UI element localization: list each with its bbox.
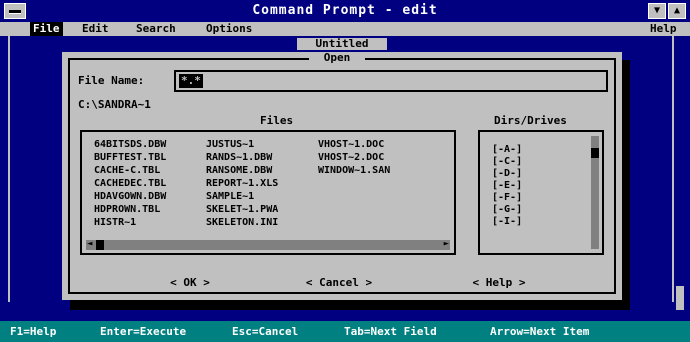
scroll-left-icon[interactable]: ◄: [87, 239, 92, 249]
list-item[interactable]: HDPROWN.TBL: [94, 203, 206, 216]
help-button[interactable]: < Help >: [454, 276, 544, 290]
dirs-listbox[interactable]: [-A-] [-C-] [-D-] [-E-] [-F-] [-G-] [-I-…: [478, 130, 604, 255]
files-label: Files: [260, 114, 294, 127]
list-item[interactable]: [-G-]: [492, 204, 522, 216]
window-titlebar: Command Prompt - edit ▼ ▲: [0, 0, 690, 22]
window-title: Command Prompt - edit: [252, 3, 438, 18]
cancel-button[interactable]: < Cancel >: [284, 276, 394, 290]
dialog-title: Open: [309, 52, 365, 64]
dirs-scroll-thumb[interactable]: [591, 148, 599, 158]
status-enter-execute: Enter=Execute: [100, 325, 187, 338]
menu-search[interactable]: Search: [136, 22, 176, 36]
list-item[interactable]: [-A-]: [492, 144, 522, 156]
list-item[interactable]: VHOST~2.DOC: [318, 151, 438, 164]
open-dialog: Open File Name: *.* C:\SANDRA~1 Files Di…: [62, 52, 622, 300]
list-item[interactable]: JUSTUS~1: [206, 138, 318, 151]
list-item[interactable]: 64BITSDS.DBW: [94, 138, 206, 151]
list-item[interactable]: [-D-]: [492, 168, 522, 180]
files-grid: 64BITSDS.DBW BUFFTEST.TBL CACHE-C.TBL CA…: [94, 138, 454, 229]
list-item[interactable]: BUFFTEST.TBL: [94, 151, 206, 164]
list-item[interactable]: SKELET~1.PWA: [206, 203, 318, 216]
scroll-right-icon[interactable]: ►: [444, 239, 449, 249]
list-item[interactable]: [-F-]: [492, 192, 522, 204]
status-f1-help: F1=Help: [10, 325, 57, 338]
status-tab-next-field: Tab=Next Field: [344, 325, 437, 338]
list-item[interactable]: SKELETON.INI: [206, 216, 318, 229]
list-item[interactable]: [-I-]: [492, 216, 522, 228]
files-listbox[interactable]: 64BITSDS.DBW BUFFTEST.TBL CACHE-C.TBL CA…: [80, 130, 456, 255]
maximize-button[interactable]: ▲: [668, 3, 686, 19]
dirs-list: [-A-] [-C-] [-D-] [-E-] [-F-] [-G-] [-I-…: [492, 144, 522, 228]
list-item[interactable]: REPORT~1.XLS: [206, 177, 318, 190]
filename-input[interactable]: *.*: [174, 70, 608, 92]
menu-file[interactable]: File: [30, 22, 63, 36]
list-item[interactable]: RANSOME.DBW: [206, 164, 318, 177]
menu-bar: File Edit Search Options Help: [0, 22, 690, 36]
filename-value: *.*: [179, 74, 203, 88]
list-item[interactable]: SAMPLE~1: [206, 190, 318, 203]
list-item[interactable]: CACHE-C.TBL: [94, 164, 206, 177]
list-item[interactable]: HISTR~1: [94, 216, 206, 229]
list-item[interactable]: RANDS~1.DBW: [206, 151, 318, 164]
filename-label: File Name:: [78, 74, 145, 87]
dirs-label: Dirs/Drives: [494, 114, 567, 127]
list-item[interactable]: CACHEDEC.TBL: [94, 177, 206, 190]
status-esc-cancel: Esc=Cancel: [232, 325, 299, 338]
list-item[interactable]: WINDOW~1.SAN: [318, 164, 438, 177]
list-item[interactable]: [-C-]: [492, 156, 522, 168]
files-horizontal-scrollbar[interactable]: ◄ ►: [86, 239, 450, 250]
status-arrow-next-item: Arrow=Next Item: [490, 325, 590, 338]
menu-options[interactable]: Options: [206, 22, 252, 36]
ok-button[interactable]: < OK >: [160, 276, 220, 290]
dirs-vertical-scrollbar[interactable]: [591, 136, 599, 249]
list-item[interactable]: VHOST~1.DOC: [318, 138, 438, 151]
list-item[interactable]: HDAVGOWN.DBW: [94, 190, 206, 203]
files-scroll-thumb[interactable]: [96, 240, 104, 250]
current-path: C:\SANDRA~1: [78, 98, 151, 111]
list-item[interactable]: [-E-]: [492, 180, 522, 192]
editor-vertical-scrollbar[interactable]: [674, 36, 686, 321]
document-title: Untitled: [297, 38, 387, 50]
status-bar: F1=Help Enter=Execute Esc=Cancel Tab=Nex…: [0, 321, 690, 342]
menu-help[interactable]: Help: [650, 22, 677, 36]
editor-scroll-thumb[interactable]: [676, 286, 684, 310]
minimize-button[interactable]: ▼: [648, 3, 666, 19]
menu-edit[interactable]: Edit: [82, 22, 109, 36]
